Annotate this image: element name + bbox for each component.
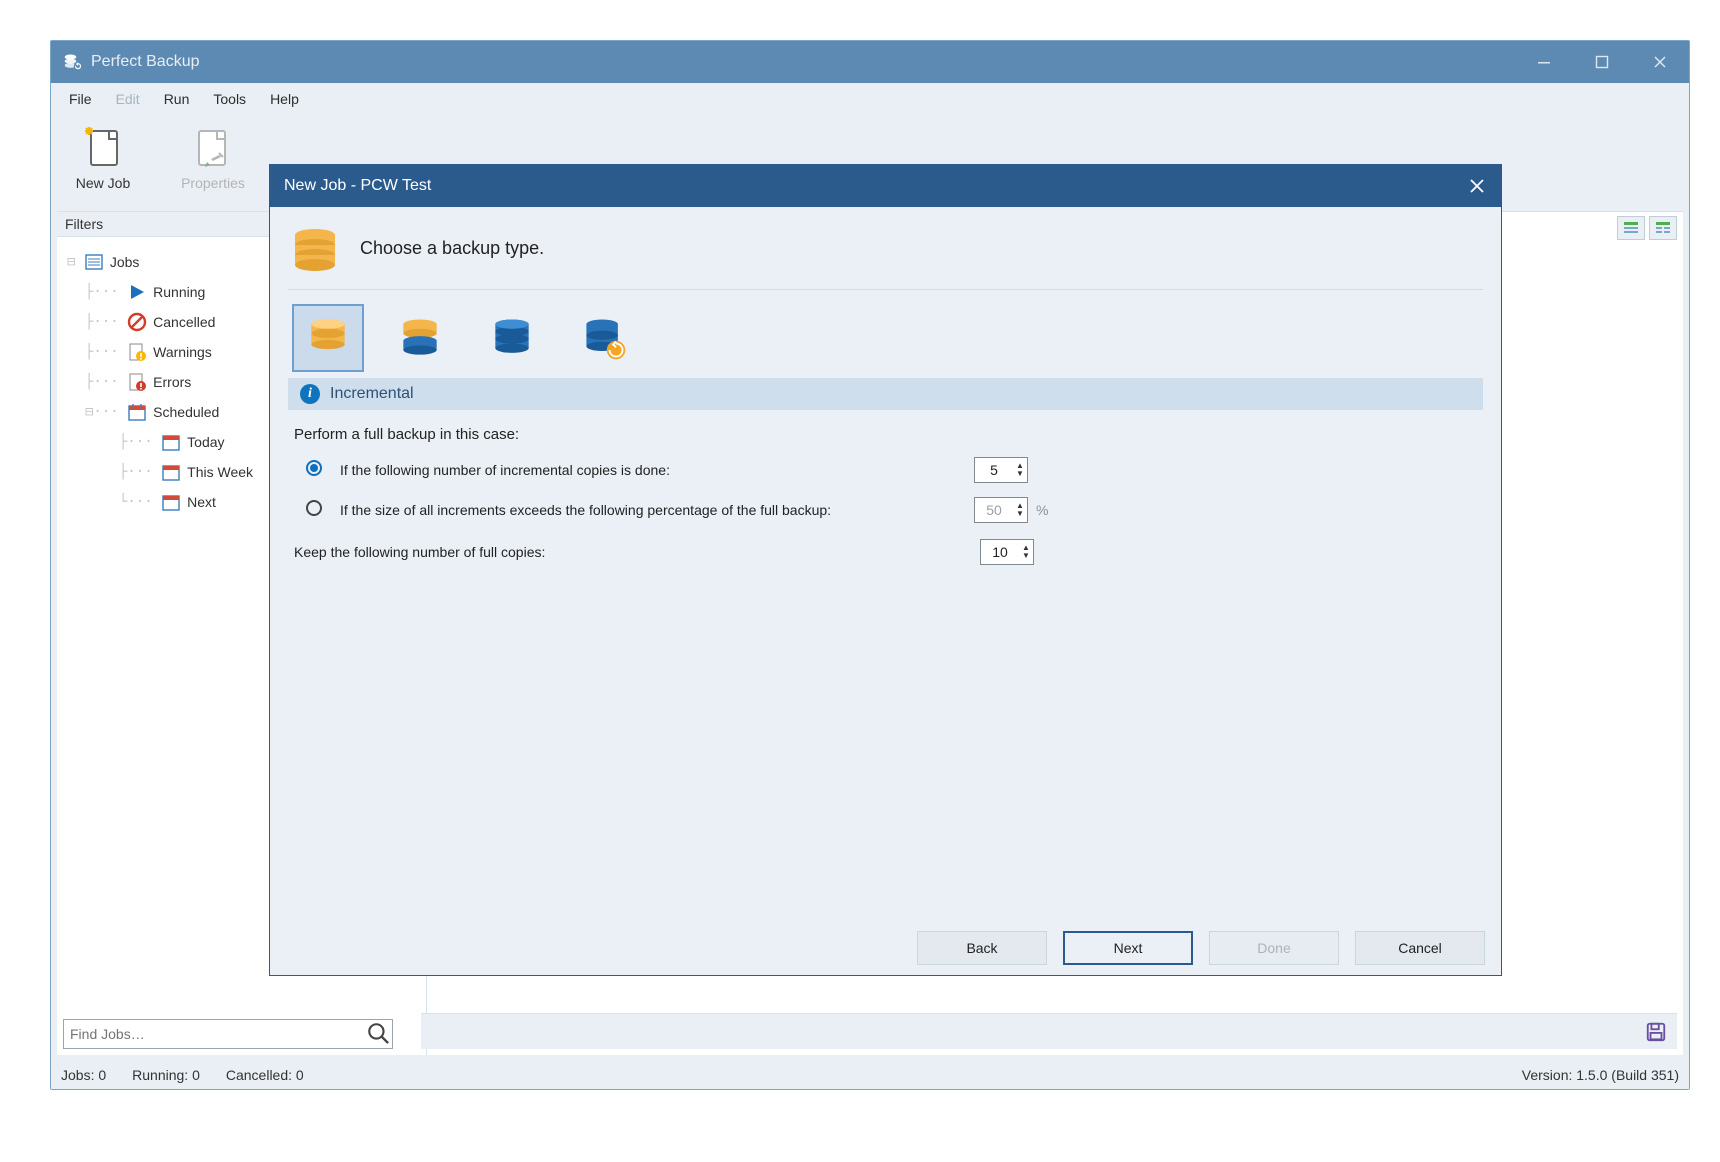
backup-type-options: [288, 304, 1483, 372]
menu-help[interactable]: Help: [260, 87, 309, 111]
search-box[interactable]: [63, 1019, 393, 1049]
new-job-button[interactable]: New Job: [61, 125, 145, 191]
menu-edit[interactable]: Edit: [106, 87, 150, 111]
next-button[interactable]: Next: [1063, 931, 1193, 965]
radio-size-percent[interactable]: [306, 500, 322, 516]
search-icon[interactable]: [366, 1021, 392, 1047]
incremental-options-form: Perform a full backup in this case: If t…: [288, 410, 1483, 565]
calendar-icon: [127, 402, 147, 422]
dialog-titlebar: New Job - PCW Test: [270, 165, 1501, 207]
info-icon: i: [300, 384, 320, 404]
done-button[interactable]: Done: [1209, 931, 1339, 965]
menu-file[interactable]: File: [59, 87, 102, 111]
selected-type-bar: i Incremental: [288, 378, 1483, 410]
calendar-icon: [161, 462, 181, 482]
back-button[interactable]: Back: [917, 931, 1047, 965]
titlebar: Perfect Backup: [51, 41, 1689, 83]
save-icon[interactable]: [1645, 1021, 1667, 1043]
menubar: File Edit Run Tools Help: [51, 83, 1689, 115]
keep-copies-row: Keep the following number of full copies…: [294, 539, 1477, 565]
view-list-button[interactable]: [1649, 216, 1677, 240]
menu-run[interactable]: Run: [154, 87, 200, 111]
view-details-button[interactable]: [1617, 216, 1645, 240]
properties-button[interactable]: Properties: [171, 125, 255, 191]
dialog-close-button[interactable]: [1453, 165, 1501, 207]
properties-label: Properties: [181, 175, 245, 191]
keep-copies-spinner[interactable]: 10 ▲▼: [980, 539, 1034, 565]
option-copies-label: If the following number of incremental c…: [334, 461, 974, 480]
status-cancelled: Cancelled: 0: [226, 1067, 304, 1083]
size-percent-spinner[interactable]: 50 ▲▼: [974, 497, 1028, 523]
cancel-icon: [127, 312, 147, 332]
app-title: Perfect Backup: [91, 53, 200, 71]
copies-count-spinner[interactable]: 5 ▲▼: [974, 457, 1028, 483]
backup-type-header-icon: [288, 221, 342, 275]
backup-type-incremental[interactable]: [292, 304, 364, 372]
statusbar: Jobs: 0 Running: 0 Cancelled: 0 Version:…: [51, 1061, 1689, 1089]
keep-copies-label: Keep the following number of full copies…: [294, 544, 980, 560]
option-copies-row: If the following number of incremental c…: [294, 457, 1477, 483]
calendar-icon: [161, 492, 181, 512]
search-input[interactable]: [64, 1026, 366, 1042]
status-running: Running: 0: [132, 1067, 200, 1083]
play-icon: [127, 282, 147, 302]
dialog-buttons: Back Next Done Cancel: [270, 921, 1501, 975]
backup-type-full[interactable]: [476, 304, 548, 372]
radio-copies-count[interactable]: [306, 460, 322, 476]
dialog-header: Choose a backup type.: [288, 221, 1483, 290]
dialog-title: New Job - PCW Test: [284, 177, 431, 195]
selected-type-label: Incremental: [330, 385, 414, 403]
backup-type-differential[interactable]: [384, 304, 456, 372]
backup-type-sync[interactable]: [568, 304, 640, 372]
dialog-header-text: Choose a backup type.: [360, 238, 544, 259]
error-icon: [127, 372, 147, 392]
option-size-label: If the size of all increments exceeds th…: [334, 501, 974, 520]
maximize-button[interactable]: [1573, 41, 1631, 83]
calendar-icon: [161, 432, 181, 452]
list-icon: [84, 252, 104, 272]
status-jobs: Jobs: 0: [61, 1067, 106, 1083]
app-logo-icon: [63, 52, 83, 72]
dialog-body: Choose a backup type.: [270, 207, 1501, 565]
percent-suffix: %: [1036, 502, 1048, 518]
warning-icon: [127, 342, 147, 362]
cancel-button[interactable]: Cancel: [1355, 931, 1485, 965]
window-controls: [1515, 41, 1689, 83]
perform-full-backup-label: Perform a full backup in this case:: [294, 426, 1477, 443]
new-job-label: New Job: [76, 175, 130, 191]
menu-tools[interactable]: Tools: [203, 87, 256, 111]
properties-icon: [189, 125, 237, 173]
close-button[interactable]: [1631, 41, 1689, 83]
minimize-button[interactable]: [1515, 41, 1573, 83]
bottom-action-bar: [421, 1013, 1677, 1049]
status-version: Version: 1.5.0 (Build 351): [1522, 1067, 1679, 1083]
new-job-dialog: New Job - PCW Test Choose a backup type.: [269, 164, 1502, 976]
new-job-icon: [79, 125, 127, 173]
search-row: [57, 1013, 426, 1055]
option-size-row: If the size of all increments exceeds th…: [294, 497, 1477, 523]
